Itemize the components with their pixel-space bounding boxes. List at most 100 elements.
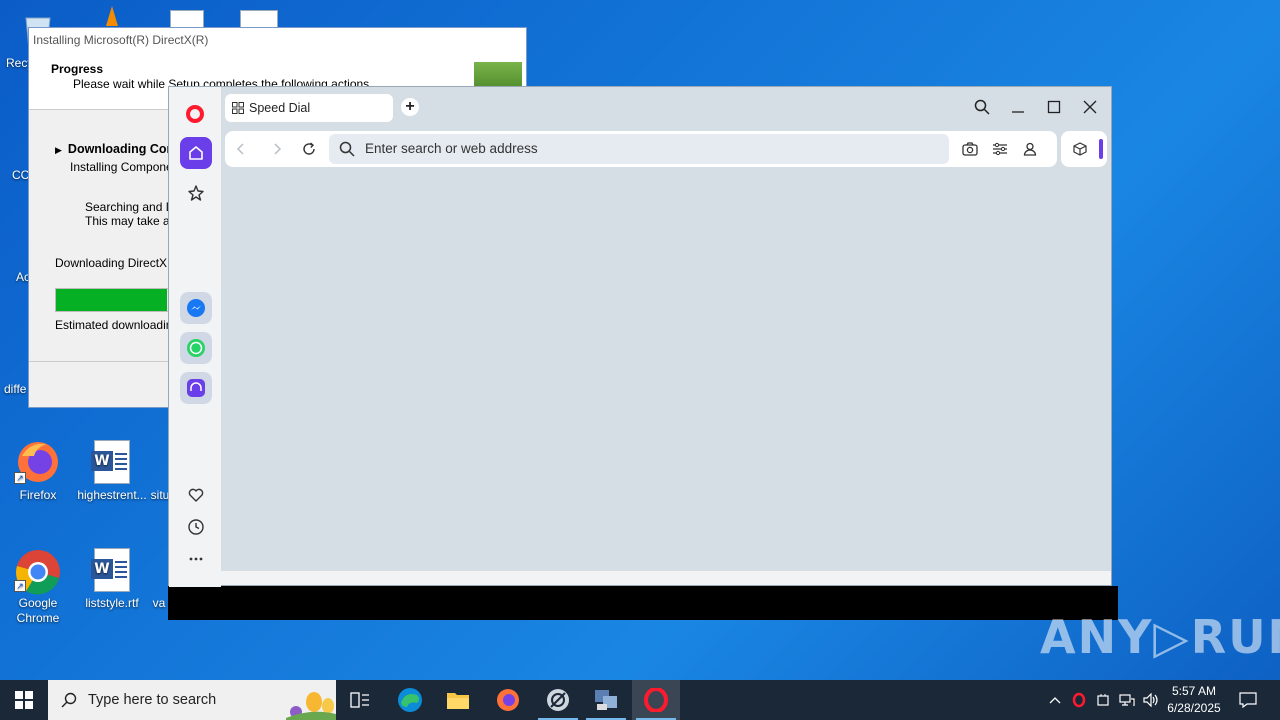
desktop-icon-highestrent[interactable]: W highestrent... (74, 440, 150, 503)
volume-icon (1143, 693, 1158, 707)
maximize-icon (1047, 100, 1061, 114)
forward-arrow-icon (274, 143, 282, 155)
easy-setup-button[interactable] (991, 140, 1009, 158)
desktop-icon-label: liststyle.rtf (85, 596, 139, 610)
firefox-icon: ↗ (14, 440, 60, 484)
desktop-icon-label: highestrent... (77, 488, 147, 502)
search-icon (61, 692, 77, 708)
word-document-icon: W (90, 548, 134, 592)
sidebar-history-button[interactable] (180, 511, 212, 543)
clock-icon (188, 519, 204, 535)
messenger-icon (187, 299, 205, 317)
sidebar-music-player-button[interactable] (180, 372, 212, 404)
tray-opera[interactable] (1068, 680, 1090, 720)
folder-icon (447, 693, 469, 709)
window-title: Installing Microsoft(R) DirectX(R) (29, 28, 526, 52)
back-button[interactable] (231, 139, 251, 159)
home-icon (189, 146, 203, 160)
desktop-icon-firefox[interactable]: ↗ Firefox (0, 440, 76, 503)
word-document-icon (149, 548, 169, 592)
edge-icon (398, 688, 422, 712)
taskbar-search-box[interactable]: Type here to search (48, 680, 336, 720)
clock-time: 5:57 AM (1171, 684, 1217, 698)
desktop-icon-label: Google Chrome (16, 596, 60, 625)
taskbar-edge[interactable] (386, 680, 434, 720)
tab-title: Speed Dial (249, 101, 311, 115)
close-button[interactable] (1078, 95, 1102, 119)
status-line-1: Searching and Do (85, 200, 182, 214)
notification-center-button[interactable] (1234, 680, 1262, 720)
tab-search-button[interactable] (970, 95, 994, 119)
opera-icon (644, 688, 668, 712)
settings-sliders-icon (993, 142, 1007, 156)
notification-icon (1239, 692, 1257, 708)
vlc-icon (106, 6, 118, 26)
headphones-icon (187, 379, 205, 397)
opera-browser-window[interactable]: Speed Dial + Enter search or web address (168, 86, 1112, 587)
opera-logo-icon[interactable] (186, 105, 204, 123)
window-shadow (168, 586, 1118, 620)
desktop-icon-doc-top[interactable] (170, 10, 204, 28)
desktop-icon-word-top[interactable] (240, 10, 278, 28)
reload-button[interactable] (299, 139, 319, 159)
url-input[interactable]: Enter search or web address (329, 134, 949, 164)
sidebar-whatsapp-button[interactable] (180, 332, 212, 364)
sidebar-home-button[interactable] (180, 137, 212, 169)
extensions-button[interactable] (1071, 140, 1089, 158)
sidebar-pinboard-button[interactable] (180, 177, 212, 209)
pinboard-star-icon (188, 185, 204, 201)
taskbar-installer[interactable] (582, 680, 630, 720)
sidebar-messenger-button[interactable] (180, 292, 212, 324)
forward-button[interactable] (267, 139, 287, 159)
taskbar-opera[interactable] (632, 680, 680, 720)
sidebar-favorites-button[interactable] (180, 479, 212, 511)
minimize-icon (1012, 111, 1024, 113)
new-tab-button[interactable]: + (401, 98, 419, 116)
address-bar: Enter search or web address (225, 131, 1057, 167)
header-title: Progress (51, 62, 104, 76)
task-view-button[interactable] (336, 680, 384, 720)
whatsapp-icon (187, 339, 205, 357)
back-arrow-icon (236, 143, 244, 155)
word-document-icon (150, 440, 170, 484)
search-icon (339, 141, 355, 157)
extensions-area (1061, 131, 1107, 167)
search-placeholder: Type here to search (88, 692, 217, 708)
taskbar-firefox[interactable] (484, 680, 532, 720)
firefox-icon (497, 689, 519, 711)
desktop-icon-google-chrome[interactable]: ↗ Google Chrome (0, 548, 76, 626)
account-button[interactable] (1021, 140, 1039, 158)
speed-dial-grid-icon (232, 102, 244, 114)
search-icon (974, 99, 990, 115)
computer-installer-icon (595, 690, 617, 710)
tray-device[interactable] (1093, 680, 1113, 720)
windows-logo-icon (15, 691, 33, 709)
tray-network[interactable] (1116, 680, 1138, 720)
sidebar-toggle-indicator[interactable] (1099, 139, 1103, 159)
maximize-button[interactable] (1042, 95, 1066, 119)
tab-speed-dial[interactable]: Speed Dial (225, 94, 393, 122)
desktop-icon-liststyle[interactable]: W liststyle.rtf (74, 548, 150, 611)
desktop-icon-vlc[interactable] (104, 6, 120, 26)
step-title: Downloading Com (67, 142, 178, 156)
minimize-button[interactable] (1006, 95, 1030, 119)
tray-clock[interactable]: 5:57 AM 6/28/2025 (1158, 683, 1230, 717)
more-dots-icon (189, 557, 203, 561)
download-label: Downloading DirectX SI (55, 256, 182, 270)
opera-icon (1072, 692, 1086, 708)
taskbar-directx-setup[interactable] (534, 680, 582, 720)
taskbar: Type here to search 5:57 AM 6/28/2025 (0, 680, 1280, 720)
heart-icon (188, 488, 204, 502)
current-step: ▶ Downloading Com (55, 142, 178, 156)
clock-date: 6/28/2025 (1167, 701, 1221, 715)
desktop-icon-label: Firefox (19, 488, 57, 502)
start-button[interactable] (0, 680, 48, 720)
user-icon (1023, 142, 1037, 156)
show-hidden-icons-button[interactable] (1046, 680, 1064, 720)
taskbar-file-explorer[interactable] (434, 680, 482, 720)
snapshot-button[interactable] (961, 140, 979, 158)
cube-icon (1073, 142, 1087, 156)
task-view-icon (350, 692, 369, 708)
step-arrow-icon: ▶ (55, 145, 62, 155)
opera-sidebar (169, 87, 221, 587)
